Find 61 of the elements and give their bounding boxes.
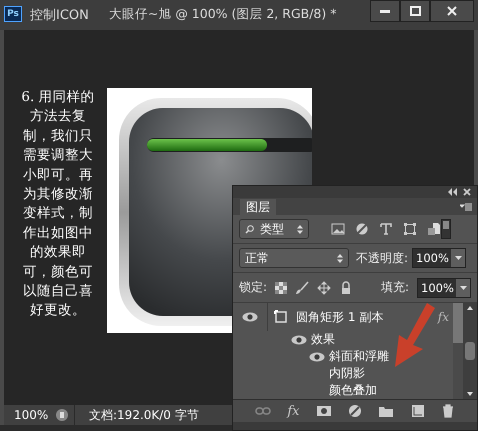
close-icon[interactable] [463,188,471,196]
smart-object-icon[interactable] [427,222,441,236]
filter-toggle-icon[interactable] [441,219,451,239]
dropdown-button[interactable] [456,278,470,296]
fx-label: fx [438,310,449,324]
scroll-up-icon[interactable] [467,306,473,310]
effects-label[interactable]: 效果 [311,331,335,348]
panel-scrollbar[interactable] [463,303,477,399]
minimize-icon [380,10,390,12]
layer-scrollbar[interactable] [453,303,463,399]
minimize-button[interactable] [370,0,400,22]
dropdown-button[interactable] [451,249,466,267]
new-layer-icon[interactable] [410,404,425,418]
shape-icon[interactable] [403,222,417,236]
document-info: 文档:192.0K/0 字节 [74,405,199,425]
image-icon[interactable] [331,222,345,236]
layer-name[interactable]: 圆角矩形 1 副本 [296,308,384,326]
circle-icon[interactable] [355,222,369,236]
effect-name[interactable]: 颜色叠加 [329,382,377,399]
close-button[interactable] [430,0,474,22]
opacity-label: 不透明度: [356,250,408,266]
annotation-arrow-drawing [393,303,435,369]
scroll-thumb[interactable] [453,303,463,343]
fill-field[interactable]: 100% [417,278,471,298]
maximize-icon [410,6,420,16]
status-menu-icon[interactable] [56,409,68,421]
fill-label: 填充: [380,279,409,296]
eye-icon[interactable] [291,334,307,344]
tutorial-text: 6. 用同样的方法去复制，我们只需要调整大小即可。再为其修改渐变样式，制作出如图中的效果即可，颜色可以随自己喜好更改。 [20,88,96,320]
zoom-level[interactable]: 100% [4,408,50,422]
type-icon[interactable] [379,222,393,236]
trash-icon[interactable] [440,404,455,418]
brush-icon[interactable] [295,280,310,294]
move-icon[interactable] [317,280,332,294]
up-down-arrows-icon [297,224,303,234]
caret-icon [454,256,462,260]
filter-dropdown[interactable]: 类型 [239,219,309,239]
adjustment-icon[interactable] [348,404,362,418]
effect-name[interactable]: 内阴影 [329,365,365,382]
shape-layer-icon [274,310,288,324]
scroll-thumb[interactable] [465,342,475,360]
checkerboard-icon[interactable] [275,282,288,294]
document-tab[interactable]: 大眼仔~旭 @ 100% (图层 2, RGB/8) * [108,6,336,23]
close-icon [447,6,457,16]
panel-tab[interactable]: 图层 [240,199,276,215]
eye-icon[interactable] [242,312,258,322]
caret-icon [460,286,466,290]
effect-name[interactable]: 斜面和浮雕 [329,348,389,365]
up-down-arrows-icon [337,254,343,262]
scroll-down-icon[interactable] [467,392,473,396]
menu-icon[interactable] [460,202,472,210]
app-logo: Ps [4,6,22,22]
lock-label: 锁定: [239,279,268,296]
opacity-field[interactable]: 100% [412,248,466,268]
blend-mode-dropdown[interactable]: 正常 [239,248,349,268]
fx-button[interactable]: fx [287,404,300,418]
search-icon [245,224,254,234]
mask-icon[interactable] [316,404,332,418]
eye-icon[interactable] [309,352,325,362]
window-title: 控制ICON [30,7,89,24]
maximize-button[interactable] [400,0,430,22]
